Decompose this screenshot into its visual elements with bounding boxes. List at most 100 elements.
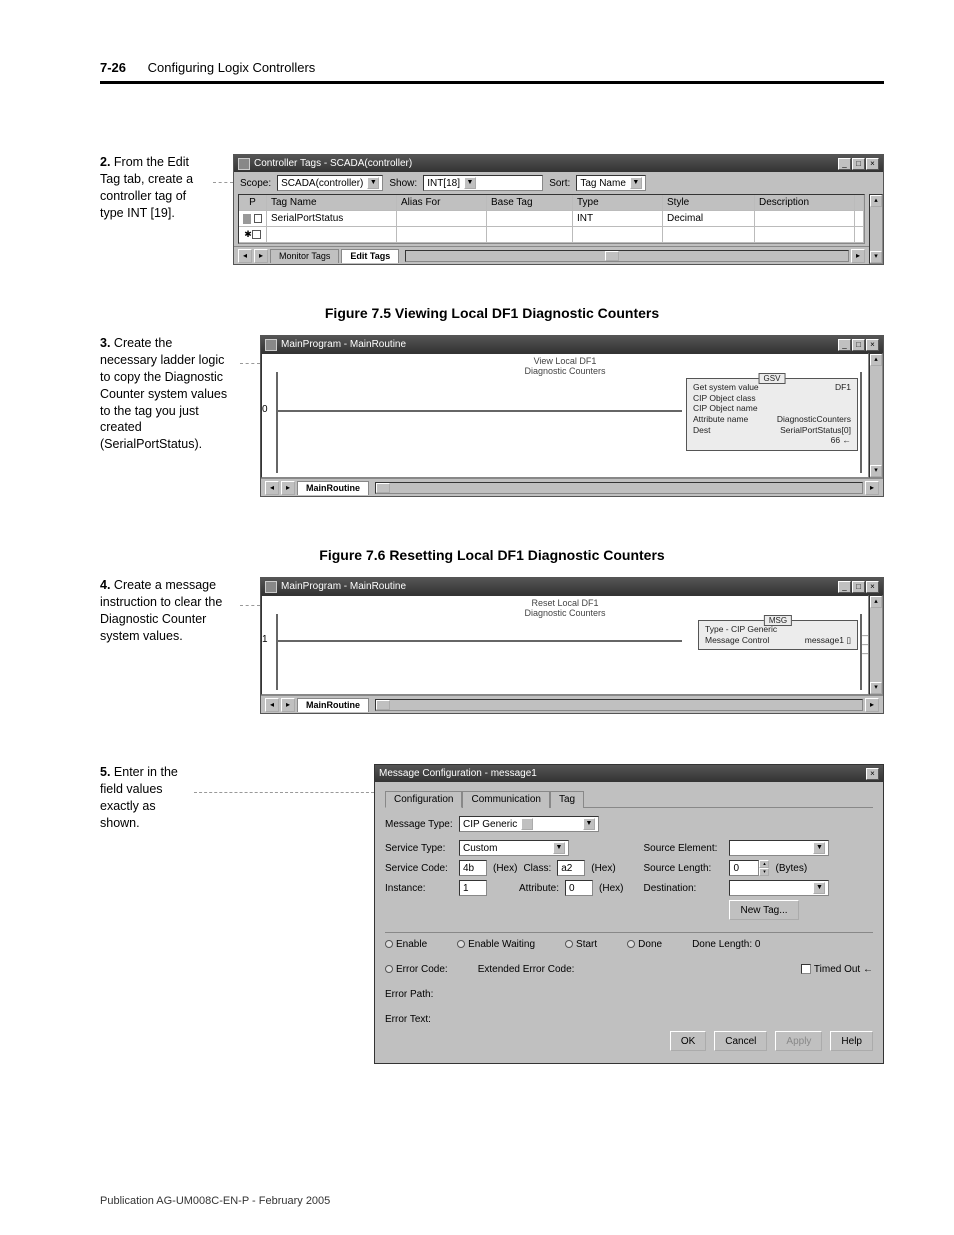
message-type-label: Message Type: bbox=[385, 819, 453, 830]
hex-label: (Hex) bbox=[591, 863, 615, 874]
scroll-up-icon[interactable]: ▴ bbox=[870, 354, 882, 366]
destination-dropdown[interactable]: ▼ bbox=[729, 880, 829, 896]
tab-mainroutine[interactable]: MainRoutine bbox=[297, 698, 369, 712]
scroll-right-button[interactable]: ▸ bbox=[281, 698, 295, 712]
close-button[interactable]: × bbox=[866, 158, 879, 170]
scope-dropdown[interactable]: SCADA(controller)▼ bbox=[277, 175, 383, 191]
checkbox[interactable] bbox=[254, 214, 262, 223]
scroll-left-button[interactable]: ◂ bbox=[265, 698, 279, 712]
service-code-input[interactable]: 4b bbox=[459, 860, 487, 876]
show-label: Show: bbox=[389, 178, 417, 189]
attribute-input[interactable]: 0 bbox=[565, 880, 593, 896]
close-button[interactable]: × bbox=[866, 768, 879, 780]
cell-tagname[interactable]: SerialPortStatus bbox=[267, 211, 397, 226]
class-input[interactable]: a2 bbox=[557, 860, 585, 876]
chevron-down-icon: ▼ bbox=[464, 177, 476, 189]
vertical-scrollbar[interactable]: ▴ ▾ bbox=[869, 194, 883, 264]
scroll-left-button[interactable]: ◂ bbox=[265, 481, 279, 495]
table-row[interactable]: SerialPortStatus INT Decimal bbox=[239, 211, 864, 227]
sort-dropdown[interactable]: Tag Name▼ bbox=[576, 175, 646, 191]
scroll-down-icon[interactable]: ▾ bbox=[870, 465, 882, 477]
horizontal-scrollbar[interactable] bbox=[375, 699, 863, 711]
scroll-right-button[interactable]: ▸ bbox=[281, 481, 295, 495]
tab-tag[interactable]: Tag bbox=[550, 791, 584, 808]
horizontal-scrollbar[interactable] bbox=[405, 250, 849, 262]
ladder-canvas[interactable]: View Local DF1Diagnostic Counters 0 GSV … bbox=[261, 353, 869, 478]
minimize-button[interactable]: _ bbox=[838, 581, 851, 593]
scroll-right-end-button[interactable]: ▸ bbox=[851, 249, 865, 263]
message-type-dropdown[interactable]: CIP GenericCIP Generic▼ bbox=[459, 816, 599, 832]
hex-label: (Hex) bbox=[493, 863, 517, 874]
scroll-up-icon[interactable]: ▴ bbox=[870, 596, 882, 608]
show-dropdown[interactable]: INT[18]▼ bbox=[423, 175, 543, 191]
tab-edit[interactable]: Edit Tags bbox=[341, 249, 399, 263]
cell-alias[interactable] bbox=[397, 211, 487, 226]
new-tag-button[interactable]: New Tag... bbox=[729, 900, 798, 920]
cell-desc[interactable] bbox=[755, 211, 855, 226]
scroll-right-button[interactable]: ▸ bbox=[254, 249, 268, 263]
app-icon bbox=[265, 581, 277, 593]
titlebar[interactable]: MainProgram - MainRoutine _ □ × bbox=[261, 336, 883, 353]
apply-button[interactable]: Apply bbox=[775, 1031, 822, 1051]
window-title: MainProgram - MainRoutine bbox=[281, 581, 838, 592]
col-type[interactable]: Type bbox=[573, 195, 663, 210]
msg-instruction[interactable]: MSG Type - CIP Generic Message Controlme… bbox=[698, 620, 858, 650]
maximize-button[interactable]: □ bbox=[852, 158, 865, 170]
status-start: Start bbox=[576, 939, 597, 950]
leader-line bbox=[240, 363, 260, 364]
close-button[interactable]: × bbox=[866, 581, 879, 593]
horizontal-scrollbar[interactable] bbox=[375, 482, 863, 494]
msg-status-bits: —(EN)— —(DN)— —(ER)— bbox=[862, 631, 869, 658]
tab-mainroutine[interactable]: MainRoutine bbox=[297, 481, 369, 495]
ladder-canvas[interactable]: Reset Local DF1Diagnostic Counters 1 MSG… bbox=[261, 595, 869, 695]
col-base[interactable]: Base Tag bbox=[487, 195, 573, 210]
tab-communication[interactable]: Communication bbox=[462, 791, 549, 808]
instance-input[interactable]: 1 bbox=[459, 880, 487, 896]
gsv-instruction[interactable]: GSV Get system valueDF1 CIP Object class… bbox=[686, 378, 858, 451]
scroll-right-end-button[interactable]: ▸ bbox=[865, 481, 879, 495]
chevron-down-icon: ▼ bbox=[813, 842, 825, 854]
col-style[interactable]: Style bbox=[663, 195, 755, 210]
scroll-left-button[interactable]: ◂ bbox=[238, 249, 252, 263]
scroll-down-icon[interactable]: ▾ bbox=[870, 682, 882, 694]
close-button[interactable]: × bbox=[866, 339, 879, 351]
titlebar[interactable]: MainProgram - MainRoutine _ □ × bbox=[261, 578, 883, 595]
status-enable: Enable bbox=[396, 939, 427, 950]
maximize-button[interactable]: □ bbox=[852, 581, 865, 593]
help-button[interactable]: Help bbox=[830, 1031, 873, 1051]
chevron-down-icon bbox=[521, 818, 533, 830]
table-row[interactable]: ✱ bbox=[239, 227, 864, 243]
maximize-button[interactable]: □ bbox=[852, 339, 865, 351]
step-3-text: 3. Create the necessary ladder logic to … bbox=[100, 335, 240, 453]
source-element-dropdown[interactable]: ▼ bbox=[729, 840, 829, 856]
cell-type[interactable]: INT bbox=[573, 211, 663, 226]
service-code-label: Service Code: bbox=[385, 863, 453, 874]
source-length-spinner[interactable]: 0 ▴▾ bbox=[729, 860, 769, 876]
scroll-up-icon[interactable]: ▴ bbox=[870, 195, 882, 207]
scroll-right-end-button[interactable]: ▸ bbox=[865, 698, 879, 712]
col-alias[interactable]: Alias For bbox=[397, 195, 487, 210]
titlebar[interactable]: Message Configuration - message1 × bbox=[375, 765, 883, 782]
col-p[interactable]: P bbox=[239, 195, 267, 210]
chevron-down-icon: ▼ bbox=[583, 818, 595, 830]
timed-out-checkbox[interactable] bbox=[801, 964, 811, 974]
ok-button[interactable]: OK bbox=[670, 1031, 706, 1051]
col-spacer bbox=[855, 195, 864, 210]
tab-monitor[interactable]: Monitor Tags bbox=[270, 249, 339, 263]
scroll-down-icon[interactable]: ▾ bbox=[870, 251, 882, 263]
vertical-scrollbar[interactable]: ▴ ▾ bbox=[869, 595, 883, 695]
message-config-dialog: Message Configuration - message1 × Confi… bbox=[374, 764, 884, 1064]
col-desc[interactable]: Description bbox=[755, 195, 855, 210]
cell-base[interactable] bbox=[487, 211, 573, 226]
cell-style[interactable]: Decimal bbox=[663, 211, 755, 226]
titlebar[interactable]: Controller Tags - SCADA(controller) _ □ … bbox=[234, 155, 883, 172]
cancel-button[interactable]: Cancel bbox=[714, 1031, 767, 1051]
checkbox[interactable] bbox=[252, 230, 261, 239]
tab-configuration[interactable]: Configuration bbox=[385, 791, 462, 808]
attribute-label: Attribute: bbox=[519, 883, 559, 894]
minimize-button[interactable]: _ bbox=[838, 158, 851, 170]
service-type-dropdown[interactable]: Custom▼ bbox=[459, 840, 569, 856]
col-tagname[interactable]: Tag Name bbox=[267, 195, 397, 210]
vertical-scrollbar[interactable]: ▴ ▾ bbox=[869, 353, 883, 478]
minimize-button[interactable]: _ bbox=[838, 339, 851, 351]
